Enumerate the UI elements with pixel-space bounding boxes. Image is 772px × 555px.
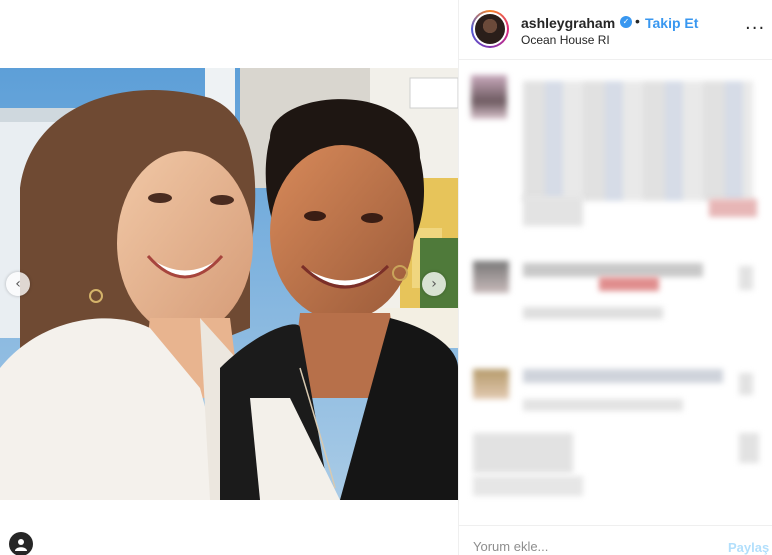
more-options-icon[interactable]: ··· [745,18,765,39]
carousel-next-button[interactable]: › [422,272,446,296]
comment-input[interactable] [473,539,693,554]
carousel-prev-button[interactable]: ‹ [6,272,30,296]
avatar[interactable] [471,10,509,48]
comments-list-pixelated [459,61,772,525]
comment-bar: Paylaş [459,525,772,555]
user-tag-button[interactable] [9,532,33,555]
verified-badge-icon: ✓ [620,16,632,28]
username-link[interactable]: ashleygraham [521,15,615,31]
chevron-left-icon: ‹ [15,275,21,292]
follow-button[interactable]: Takip Et [645,15,698,31]
post-side-panel: ashleygraham ✓ • Takip Et Ocean House RI… [458,0,772,555]
share-button[interactable]: Paylaş [728,540,769,555]
post-header: ashleygraham ✓ • Takip Et Ocean House RI… [459,0,772,60]
photo-pane: ‹ › [0,0,458,555]
user-tag-icon [15,539,27,551]
location-link[interactable]: Ocean House RI [521,33,610,47]
chevron-right-icon: › [431,275,437,292]
separator-dot: • [635,13,640,29]
post-photo[interactable] [0,68,458,500]
